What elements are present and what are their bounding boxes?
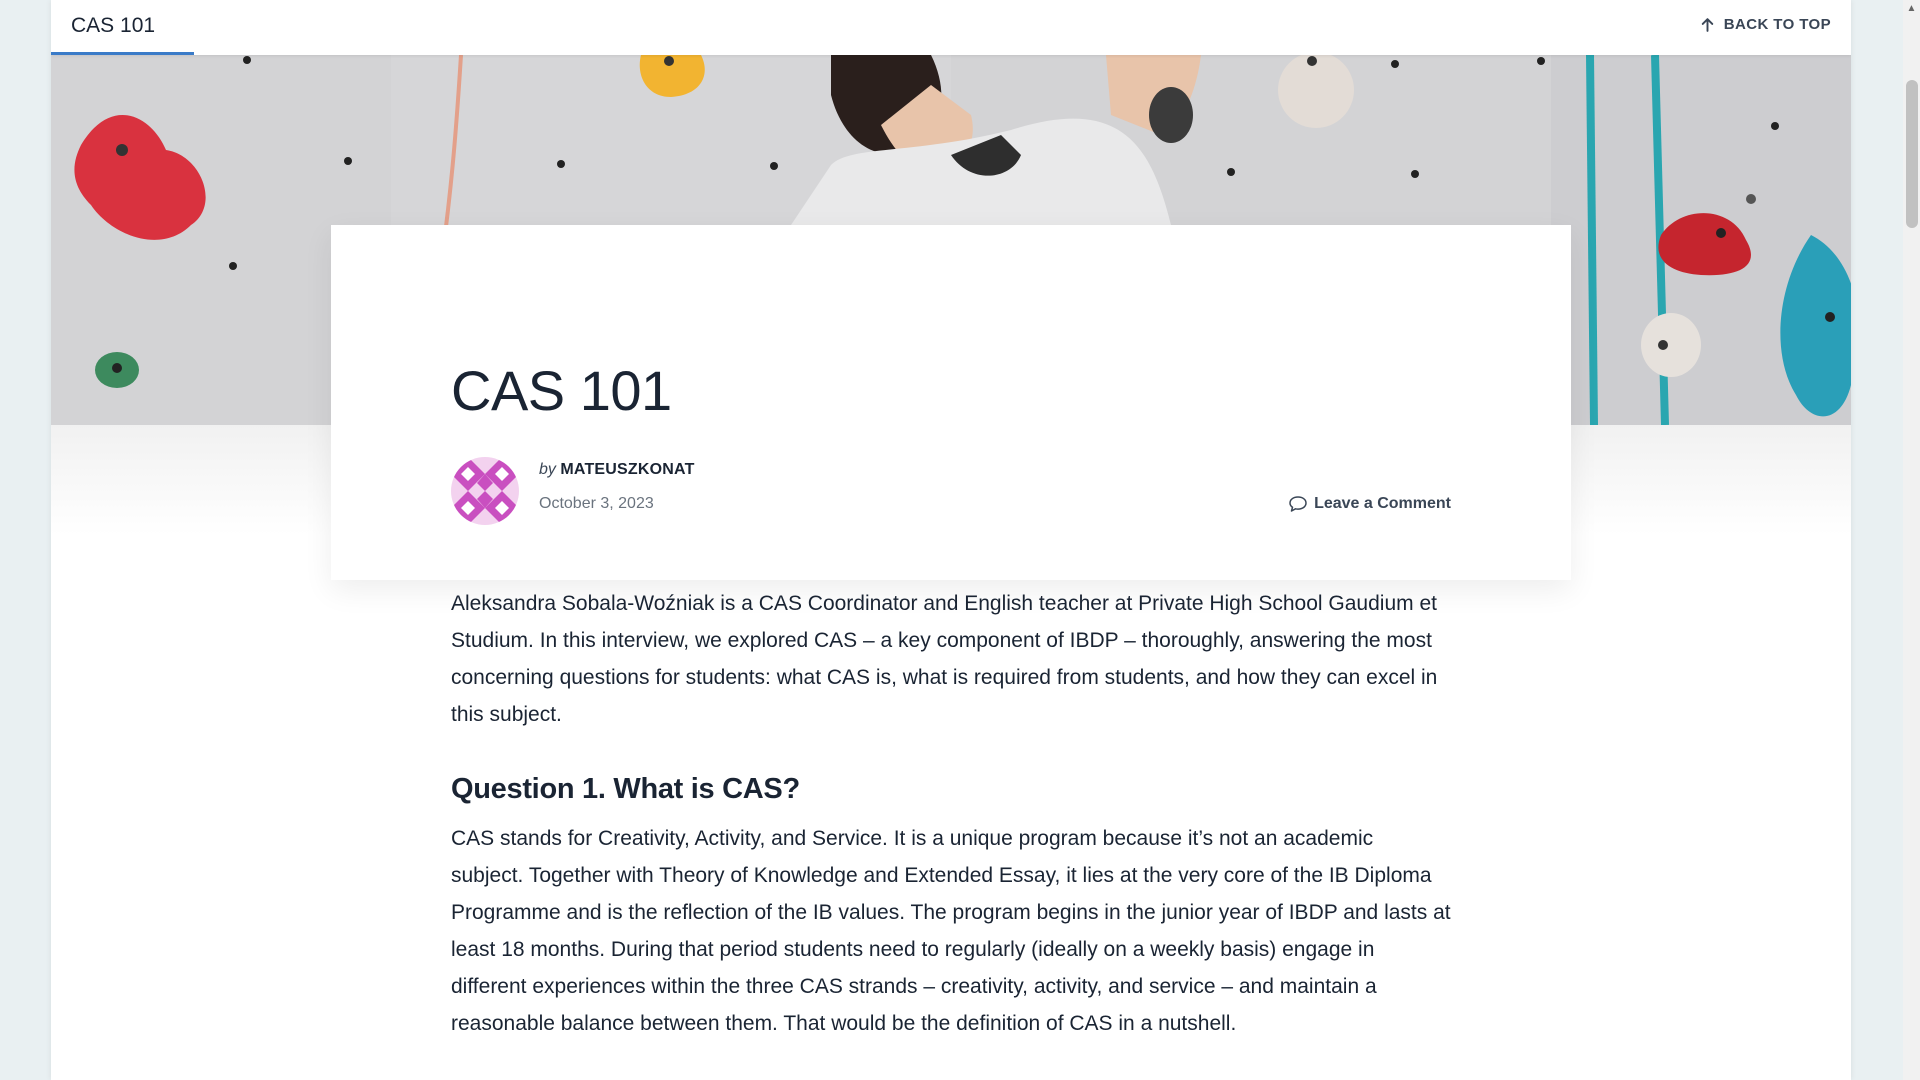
scroll-up-arrow-icon[interactable]: ▲ <box>1903 0 1920 17</box>
question-1-heading: Question 1. What is CAS? <box>451 773 800 805</box>
page-scrollbar[interactable]: ▲ <box>1903 0 1920 1080</box>
page: CAS 101 BACK TO TOP CAS 101 by MATEUSZKO… <box>51 0 1851 1080</box>
sticky-header: CAS 101 BACK TO TOP <box>51 0 1851 55</box>
post-header-card: CAS 101 by MATEUSZKONAT October 3, 2023 … <box>331 225 1571 580</box>
question-1-answer: CAS stands for Creativity, Activity, and… <box>451 827 1451 1035</box>
author-link[interactable]: MATEUSZKONAT <box>560 461 694 478</box>
back-to-top-button[interactable]: BACK TO TOP <box>1699 16 1831 33</box>
intro-paragraph: Aleksandra Sobala-Woźniak is a CAS Coord… <box>451 592 1438 726</box>
post-date[interactable]: October 3, 2023 <box>539 495 654 513</box>
back-to-top-label: BACK TO TOP <box>1723 16 1831 33</box>
comment-bubble-icon <box>1289 496 1307 512</box>
header-post-title: CAS 101 <box>71 14 156 37</box>
article-body: Aleksandra Sobala-Woźniak is a CAS Coord… <box>451 585 1451 1042</box>
leave-comment-link[interactable]: Leave a Comment <box>1288 495 1451 513</box>
reading-progress-bar <box>51 52 194 55</box>
scrollbar-thumb[interactable] <box>1906 80 1918 228</box>
arrow-up-icon <box>1701 18 1714 32</box>
identicon-avatar-icon <box>451 457 519 525</box>
post-title: CAS 101 <box>451 359 672 422</box>
author-avatar[interactable] <box>451 457 519 525</box>
byline: by MATEUSZKONAT <box>539 461 695 479</box>
by-label: by <box>539 461 556 478</box>
leave-comment-label: Leave a Comment <box>1314 495 1451 512</box>
